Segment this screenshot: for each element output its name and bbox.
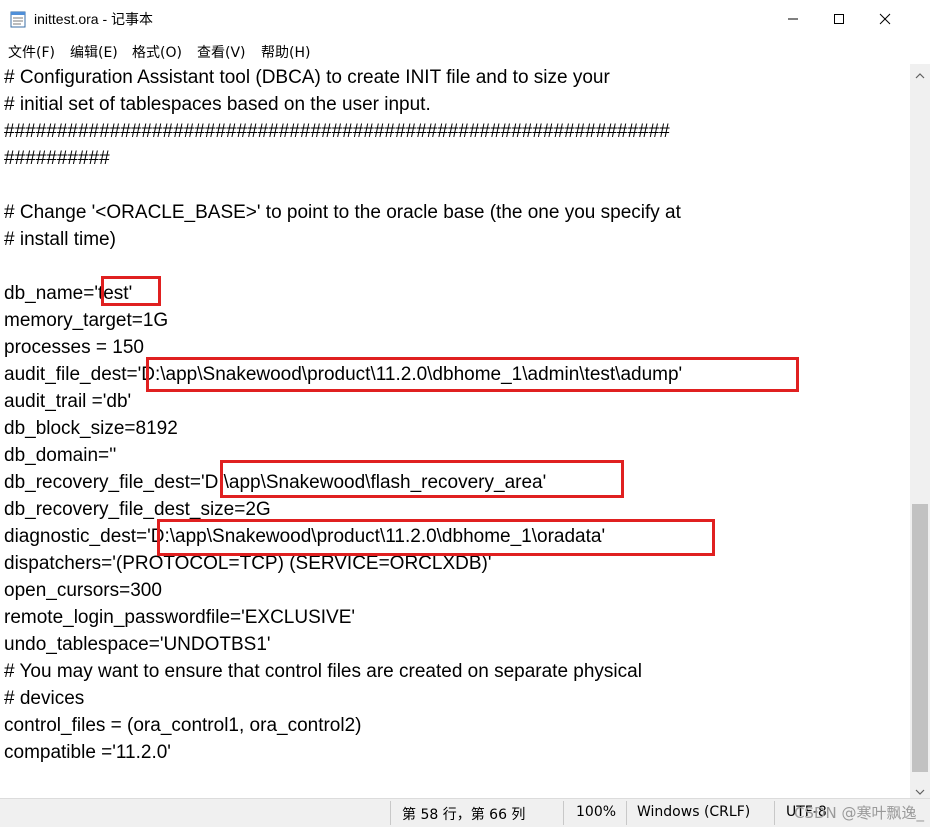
editor-line: dispatchers='(PROTOCOL=TCP) (SERVICE=ORC… [4, 553, 492, 574]
status-bar: 第 58 行，第 66 列 100% Windows (CRLF) UTF-8 … [0, 798, 930, 827]
zoom-level: 100% [576, 804, 617, 820]
notepad-icon [10, 10, 26, 28]
scroll-up-button[interactable] [910, 64, 930, 82]
editor-line: control_files = (ora_control1, ora_contr… [4, 715, 362, 736]
title-bar[interactable]: inittest.ora - 记事本 [0, 0, 930, 38]
editor-line: # initial set of tablespaces based on th… [4, 94, 431, 115]
status-divider [774, 801, 775, 825]
editor-line: # Change '<ORACLE_BASE>' to point to the… [4, 202, 681, 223]
window-title: inittest.ora - 记事本 [34, 11, 154, 27]
maximize-button[interactable] [816, 0, 862, 38]
minimize-icon [787, 10, 799, 29]
editor-line: db_recovery_file_dest='D:\app\Snakewood\… [4, 472, 547, 493]
editor-line: memory_target=1G [4, 310, 169, 331]
editor-line: ########################################… [4, 121, 670, 142]
editor-line: audit_file_dest='D:\app\Snakewood\produc… [4, 364, 683, 385]
chevron-up-icon [915, 64, 925, 83]
editor-line: # Configuration Assistant tool (DBCA) to… [4, 67, 610, 88]
editor-line: diagnostic_dest='D:\app\Snakewood\produc… [4, 526, 606, 547]
minimize-button[interactable] [770, 0, 816, 38]
status-divider [390, 801, 391, 825]
menu-edit[interactable]: 编辑(E) [70, 42, 118, 62]
close-button[interactable] [862, 0, 908, 38]
editor-line: db_recovery_file_dest_size=2G [4, 499, 271, 520]
line-ending: Windows (CRLF) [637, 804, 751, 820]
editor-line: # install time) [4, 229, 116, 250]
menu-view[interactable]: 查看(V) [197, 42, 246, 62]
close-icon [879, 10, 891, 29]
editor-line: processes = 150 [4, 337, 144, 358]
watermark: CSDN @寒叶飘逸_ [793, 804, 924, 822]
scroll-down-button[interactable] [910, 780, 930, 798]
cursor-position: 第 58 行，第 66 列 [402, 807, 526, 823]
editor-line: undo_tablespace='UNDOTBS1' [4, 634, 271, 655]
editor-line: db_domain='' [4, 445, 117, 466]
menu-format[interactable]: 格式(O) [132, 42, 182, 62]
editor-line: # devices [4, 688, 85, 709]
editor-line: # You may want to ensure that control fi… [4, 661, 642, 682]
editor-line: compatible ='11.2.0' [4, 742, 171, 763]
status-divider [626, 801, 627, 825]
editor-line: audit_trail ='db' [4, 391, 132, 412]
status-divider [563, 801, 564, 825]
maximize-icon [833, 10, 845, 29]
menu-file[interactable]: 文件(F) [8, 42, 55, 62]
editor-line: db_block_size=8192 [4, 418, 178, 439]
text-editor[interactable]: # Configuration Assistant tool (DBCA) to… [0, 64, 910, 798]
menu-bar: 文件(F) 编辑(E) 格式(O) 查看(V) 帮助(H) [0, 38, 930, 64]
editor-line: open_cursors=300 [4, 580, 162, 601]
chevron-down-icon [915, 780, 925, 799]
editor-line: remote_login_passwordfile='EXCLUSIVE' [4, 607, 356, 628]
vertical-scrollbar[interactable] [910, 64, 930, 798]
scroll-thumb[interactable] [912, 504, 928, 772]
editor-line: db_name='test' [4, 283, 133, 304]
menu-help[interactable]: 帮助(H) [261, 42, 310, 62]
editor-line: ########## [4, 148, 110, 169]
